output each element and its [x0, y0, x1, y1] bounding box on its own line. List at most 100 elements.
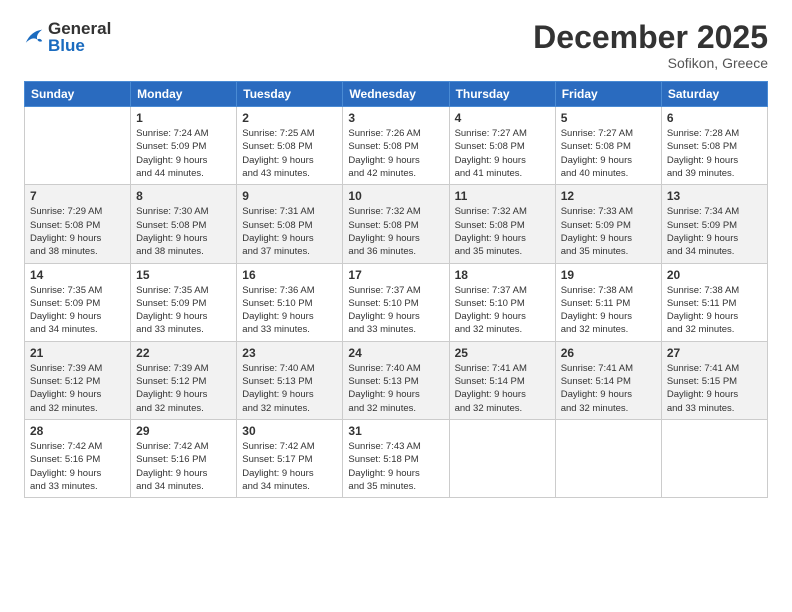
week-row-1: 1 Sunrise: 7:24 AM Sunset: 5:09 PM Daylig… [25, 107, 768, 185]
table-cell: 8 Sunrise: 7:30 AM Sunset: 5:08 PM Daylig… [131, 185, 237, 263]
day-info: Sunrise: 7:32 AM Sunset: 5:08 PM Dayligh… [348, 205, 443, 258]
day-info: Sunrise: 7:41 AM Sunset: 5:14 PM Dayligh… [561, 362, 656, 415]
table-cell: 9Sunrise: 7:31 AM Sunset: 5:08 PM Daylig… [237, 185, 343, 263]
day-number: 4 [455, 111, 550, 125]
day-number: 29 [136, 424, 231, 438]
table-cell: 10 Sunrise: 7:32 AM Sunset: 5:08 PM Dayli… [343, 185, 449, 263]
day-number: 17 [348, 268, 443, 282]
table-cell: 19 Sunrise: 7:38 AM Sunset: 5:11 PM Dayli… [555, 263, 661, 341]
day-number: 22 [136, 346, 231, 360]
day-info: Sunrise: 7:27 AM Sunset: 5:08 PM Dayligh… [561, 127, 656, 180]
table-cell: 28 Sunrise: 7:42 AM Sunset: 5:16 PM Dayli… [25, 419, 131, 497]
table-cell [25, 107, 131, 185]
month-title: December 2025 [533, 20, 768, 55]
table-cell: 7Sunrise: 7:29 AM Sunset: 5:08 PM Daylig… [25, 185, 131, 263]
day-number: 12 [561, 189, 656, 203]
table-cell: 29Sunrise: 7:42 AM Sunset: 5:16 PM Dayli… [131, 419, 237, 497]
header-saturday: Saturday [661, 82, 767, 107]
table-cell: 30Sunrise: 7:42 AM Sunset: 5:17 PM Dayli… [237, 419, 343, 497]
day-number: 11 [455, 189, 550, 203]
day-number: 6 [667, 111, 762, 125]
day-number: 20 [667, 268, 762, 282]
week-row-2: 7Sunrise: 7:29 AM Sunset: 5:08 PM Daylig… [25, 185, 768, 263]
table-cell: 17 Sunrise: 7:37 AM Sunset: 5:10 PM Dayli… [343, 263, 449, 341]
title-block: December 2025 Sofikon, Greece [533, 20, 768, 71]
day-number: 13 [667, 189, 762, 203]
day-number: 1 [136, 111, 231, 125]
week-row-4: 21Sunrise: 7:39 AM Sunset: 5:12 PM Dayli… [25, 341, 768, 419]
table-cell: 11 Sunrise: 7:32 AM Sunset: 5:08 PM Dayli… [449, 185, 555, 263]
day-number: 25 [455, 346, 550, 360]
header: General Blue December 2025 Sofikon, Gree… [24, 20, 768, 71]
logo: General Blue [24, 20, 111, 54]
table-cell: 22 Sunrise: 7:39 AM Sunset: 5:12 PM Dayli… [131, 341, 237, 419]
day-info: Sunrise: 7:33 AM Sunset: 5:09 PM Dayligh… [561, 205, 656, 258]
day-number: 18 [455, 268, 550, 282]
table-cell: 15 Sunrise: 7:35 AM Sunset: 5:09 PM Dayli… [131, 263, 237, 341]
day-info: Sunrise: 7:42 AM Sunset: 5:16 PM Dayligh… [30, 440, 125, 493]
day-number: 16 [242, 268, 337, 282]
day-info: Sunrise: 7:30 AM Sunset: 5:08 PM Dayligh… [136, 205, 231, 258]
day-number: 19 [561, 268, 656, 282]
day-number: 24 [348, 346, 443, 360]
day-info: Sunrise: 7:40 AM Sunset: 5:13 PM Dayligh… [242, 362, 337, 415]
day-number: 28 [30, 424, 125, 438]
calendar: Sunday Monday Tuesday Wednesday Thursday… [24, 81, 768, 498]
day-number: 2 [242, 111, 337, 125]
table-cell: 23 Sunrise: 7:40 AM Sunset: 5:13 PM Dayli… [237, 341, 343, 419]
table-cell: 5 Sunrise: 7:27 AM Sunset: 5:08 PM Daylig… [555, 107, 661, 185]
table-cell: 6 Sunrise: 7:28 AM Sunset: 5:08 PM Daylig… [661, 107, 767, 185]
table-cell [661, 419, 767, 497]
day-info: Sunrise: 7:41 AM Sunset: 5:14 PM Dayligh… [455, 362, 550, 415]
table-cell: 26 Sunrise: 7:41 AM Sunset: 5:14 PM Dayli… [555, 341, 661, 419]
header-wednesday: Wednesday [343, 82, 449, 107]
table-cell: 20Sunrise: 7:38 AM Sunset: 5:11 PM Dayli… [661, 263, 767, 341]
table-cell [555, 419, 661, 497]
table-cell: 25 Sunrise: 7:41 AM Sunset: 5:14 PM Dayli… [449, 341, 555, 419]
day-number: 5 [561, 111, 656, 125]
day-info: Sunrise: 7:39 AM Sunset: 5:12 PM Dayligh… [136, 362, 231, 415]
table-cell: 24 Sunrise: 7:40 AM Sunset: 5:13 PM Dayli… [343, 341, 449, 419]
day-number: 10 [348, 189, 443, 203]
table-cell: 12 Sunrise: 7:33 AM Sunset: 5:09 PM Dayli… [555, 185, 661, 263]
header-monday: Monday [131, 82, 237, 107]
table-cell: 4Sunrise: 7:27 AM Sunset: 5:08 PM Daylig… [449, 107, 555, 185]
day-number: 31 [348, 424, 443, 438]
day-number: 15 [136, 268, 231, 282]
day-number: 8 [136, 189, 231, 203]
header-tuesday: Tuesday [237, 82, 343, 107]
day-info: Sunrise: 7:25 AM Sunset: 5:08 PM Dayligh… [242, 127, 337, 180]
day-info: Sunrise: 7:28 AM Sunset: 5:08 PM Dayligh… [667, 127, 762, 180]
day-info: Sunrise: 7:43 AM Sunset: 5:18 PM Dayligh… [348, 440, 443, 493]
day-info: Sunrise: 7:38 AM Sunset: 5:11 PM Dayligh… [561, 284, 656, 337]
day-info: Sunrise: 7:35 AM Sunset: 5:09 PM Dayligh… [136, 284, 231, 337]
logo-name: General Blue [48, 20, 111, 54]
day-info: Sunrise: 7:24 AM Sunset: 5:09 PM Dayligh… [136, 127, 231, 180]
table-cell: 1 Sunrise: 7:24 AM Sunset: 5:09 PM Daylig… [131, 107, 237, 185]
day-info: Sunrise: 7:37 AM Sunset: 5:10 PM Dayligh… [348, 284, 443, 337]
day-info: Sunrise: 7:40 AM Sunset: 5:13 PM Dayligh… [348, 362, 443, 415]
day-info: Sunrise: 7:31 AM Sunset: 5:08 PM Dayligh… [242, 205, 337, 258]
header-sunday: Sunday [25, 82, 131, 107]
subtitle: Sofikon, Greece [533, 55, 768, 71]
day-number: 26 [561, 346, 656, 360]
day-info: Sunrise: 7:35 AM Sunset: 5:09 PM Dayligh… [30, 284, 125, 337]
day-number: 30 [242, 424, 337, 438]
day-info: Sunrise: 7:36 AM Sunset: 5:10 PM Dayligh… [242, 284, 337, 337]
table-cell: 16 Sunrise: 7:36 AM Sunset: 5:10 PM Dayli… [237, 263, 343, 341]
day-number: 23 [242, 346, 337, 360]
day-info: Sunrise: 7:32 AM Sunset: 5:08 PM Dayligh… [455, 205, 550, 258]
week-row-3: 14Sunrise: 7:35 AM Sunset: 5:09 PM Dayli… [25, 263, 768, 341]
logo-icon [24, 28, 44, 46]
day-info: Sunrise: 7:39 AM Sunset: 5:12 PM Dayligh… [30, 362, 125, 415]
day-info: Sunrise: 7:26 AM Sunset: 5:08 PM Dayligh… [348, 127, 443, 180]
table-cell: 18Sunrise: 7:37 AM Sunset: 5:10 PM Dayli… [449, 263, 555, 341]
logo-general-text: General [48, 20, 111, 37]
day-number: 7 [30, 189, 125, 203]
table-cell: 3Sunrise: 7:26 AM Sunset: 5:08 PM Daylig… [343, 107, 449, 185]
table-cell: 13Sunrise: 7:34 AM Sunset: 5:09 PM Dayli… [661, 185, 767, 263]
table-cell [449, 419, 555, 497]
page: General Blue December 2025 Sofikon, Gree… [0, 0, 792, 612]
header-friday: Friday [555, 82, 661, 107]
logo-blue-text: Blue [48, 37, 111, 54]
